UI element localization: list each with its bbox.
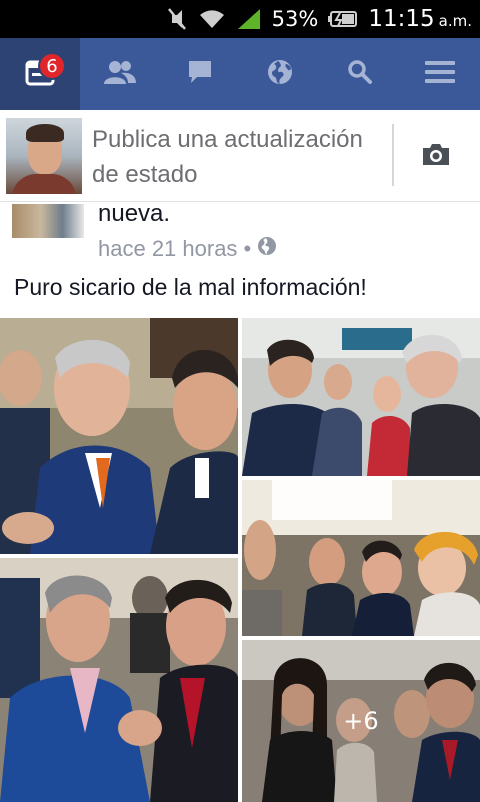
post-timestamp[interactable]: hace 21 horas: [98, 236, 237, 262]
tab-friend-requests[interactable]: [80, 38, 160, 110]
photo-2[interactable]: [242, 318, 480, 476]
clock-ampm: a.m.: [438, 12, 472, 30]
tab-messages[interactable]: [160, 38, 240, 110]
post-meta: hace 21 horas •: [98, 236, 277, 262]
camera-icon: [421, 141, 451, 172]
tab-news-feed[interactable]: 6: [0, 38, 80, 110]
globe-icon: [266, 58, 294, 91]
more-photos-overlay[interactable]: +6: [242, 640, 480, 802]
composer-divider: [392, 124, 394, 186]
chat-icon: [186, 58, 214, 91]
photo-5-more[interactable]: +6: [242, 640, 480, 802]
clock-time: 11:15: [368, 6, 435, 32]
status-update-input[interactable]: Publica una actualización de estado: [92, 122, 382, 192]
photo-grid: +6: [0, 318, 480, 802]
notification-count-badge: 6: [38, 52, 66, 80]
tab-notifications[interactable]: [240, 38, 320, 110]
camera-button[interactable]: [412, 136, 460, 176]
friends-icon: [103, 59, 137, 90]
top-nav-bar: 6: [0, 38, 480, 110]
status-bar: 53% 11:15 a.m.: [0, 0, 480, 38]
mute-icon: [166, 6, 188, 32]
more-photos-count: +6: [343, 707, 379, 735]
user-avatar[interactable]: [6, 118, 82, 194]
feed-post: nueva. hace 21 horas • Puro sicario de l…: [0, 200, 480, 802]
post-headline-tail: nueva.: [98, 200, 171, 227]
tab-search[interactable]: [320, 38, 400, 110]
menu-icon: [424, 59, 456, 90]
tab-menu[interactable]: [400, 38, 480, 110]
wifi-icon: [198, 8, 226, 30]
photo-3[interactable]: [242, 480, 480, 636]
meta-separator: •: [243, 236, 252, 261]
status-composer: Publica una actualización de estado: [0, 110, 480, 202]
search-icon: [347, 59, 373, 90]
shared-link-thumbnail[interactable]: [12, 204, 84, 238]
post-text: Puro sicario de la mal información!: [14, 274, 367, 300]
signal-icon: [236, 7, 262, 31]
globe-icon: [257, 236, 277, 262]
battery-percent: 53%: [271, 7, 319, 31]
photo-1[interactable]: [0, 318, 238, 554]
battery-icon: [328, 9, 358, 29]
photo-4[interactable]: [0, 558, 238, 802]
